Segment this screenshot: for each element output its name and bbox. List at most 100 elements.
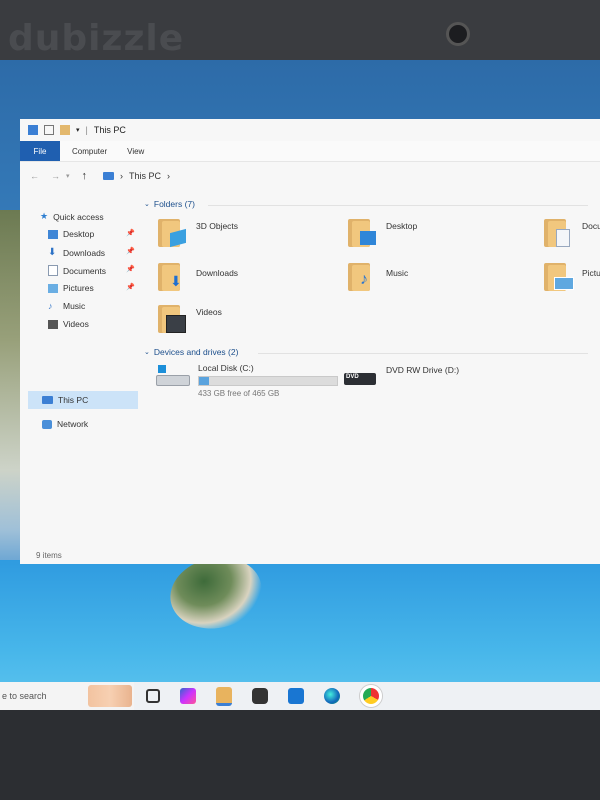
file-explorer-taskbar-icon[interactable] xyxy=(216,686,232,706)
status-bar-item-count: 9 items xyxy=(36,551,62,560)
title-separator: | xyxy=(85,125,88,135)
window-title: This PC xyxy=(93,125,126,135)
forward-icon[interactable]: → xyxy=(51,171,60,181)
nav-item-videos[interactable]: Videos xyxy=(48,319,89,329)
pin-icon[interactable]: 📌 xyxy=(126,283,135,291)
dvd-badge: DVD xyxy=(346,374,359,380)
edge-icon[interactable] xyxy=(324,688,340,704)
nav-item-label: Downloads xyxy=(63,247,106,258)
pin-icon[interactable]: 📌 xyxy=(126,229,135,237)
drives-header-label: Devices and drives (2) xyxy=(153,347,239,357)
folder-videos[interactable]: Videos xyxy=(158,303,222,335)
folder-downloads[interactable]: ⬇ Downloads xyxy=(158,261,238,293)
picture-icon xyxy=(48,283,58,293)
recent-dropdown-icon[interactable]: ▾ xyxy=(66,172,70,180)
folder-music[interactable]: ♪ Music xyxy=(348,261,408,293)
nav-item-label: Documents xyxy=(63,265,106,276)
folder-label: Downloads xyxy=(196,268,239,278)
folders-header-label: Folders (7) xyxy=(153,199,195,209)
local-disk-info: Local Disk (C:) 433 GB free of 465 GB xyxy=(198,363,338,398)
search-highlight-image xyxy=(88,685,132,707)
copilot-icon[interactable] xyxy=(180,688,196,704)
back-icon[interactable]: ← xyxy=(30,171,39,181)
tab-file[interactable]: File xyxy=(20,141,60,161)
nav-item-label: This PC xyxy=(58,395,89,405)
pc-icon xyxy=(42,396,53,404)
breadcrumb-chevron-icon: › xyxy=(120,171,124,181)
document-icon xyxy=(48,265,58,276)
content-pane: ⌄ Folders (7) 3D Objects Desktop Docu ⬇ … xyxy=(138,197,600,542)
nav-item-desktop[interactable]: Desktop xyxy=(48,229,94,239)
navigation-pane: ★ Quick access Desktop 📌 ⬇ Downloads 📌 D… xyxy=(20,197,138,542)
outlook-icon[interactable] xyxy=(288,688,304,704)
laptop-bezel-top: dubizzle xyxy=(0,0,600,60)
dvd-drive-icon: DVD xyxy=(344,365,378,387)
folder-icon xyxy=(544,261,574,293)
capacity-bar xyxy=(198,376,338,386)
properties-icon[interactable] xyxy=(44,125,54,135)
folder-label: 3D Objects xyxy=(196,221,239,231)
folder-label: Music xyxy=(386,268,409,278)
pc-icon xyxy=(103,172,115,180)
nav-item-music[interactable]: ♪ Music xyxy=(48,301,85,311)
nav-item-label: Network xyxy=(57,419,89,429)
nav-item-this-pc[interactable]: This PC xyxy=(42,395,88,405)
folder-label: Videos xyxy=(196,307,222,317)
taskbar-search-box[interactable]: e to search xyxy=(0,682,134,710)
nav-item-label: Music xyxy=(63,301,86,311)
download-arrow-icon: ⬇ xyxy=(48,247,57,258)
drive-name: Local Disk (C:) xyxy=(198,363,254,373)
folder-icon xyxy=(158,217,188,249)
folder-desktop[interactable]: Desktop xyxy=(348,217,417,249)
nav-item-label: Pictures xyxy=(63,283,94,293)
drives-header[interactable]: ⌄ Devices and drives (2) xyxy=(144,347,238,357)
chevron-down-icon: ⌄ xyxy=(144,201,150,208)
folder-pictures[interactable]: Pictur xyxy=(544,261,600,293)
hard-drive-icon xyxy=(156,363,190,386)
file-explorer-window: ▾ | This PC File Computer View ← → ▾ ↑ ›… xyxy=(20,119,600,564)
free-space-text: 433 GB free of 465 GB xyxy=(198,389,280,398)
film-icon xyxy=(48,319,58,329)
pin-icon[interactable]: 📌 xyxy=(126,265,135,273)
folder-documents[interactable]: Docu xyxy=(544,217,600,249)
folder-icon xyxy=(544,217,574,249)
breadcrumb[interactable]: This PC xyxy=(129,171,161,181)
qa-dropdown-icon[interactable]: ▾ xyxy=(76,126,80,134)
folder-3d-objects[interactable]: 3D Objects xyxy=(158,217,238,249)
desktop-icon xyxy=(48,229,58,239)
folder-icon: ⬇ xyxy=(158,261,188,293)
folder-icon xyxy=(348,217,378,249)
capacity-bar-fill xyxy=(199,377,209,385)
folder-icon xyxy=(158,303,188,335)
new-folder-icon[interactable] xyxy=(60,125,70,135)
explorer-icon[interactable] xyxy=(28,125,38,135)
folder-label: Docu xyxy=(582,221,600,231)
folder-label: Desktop xyxy=(386,221,418,231)
task-view-icon[interactable] xyxy=(146,689,160,703)
store-icon[interactable] xyxy=(252,688,268,704)
tab-view[interactable]: View xyxy=(121,147,158,156)
folder-icon: ♪ xyxy=(348,261,378,293)
nav-item-downloads[interactable]: ⬇ Downloads xyxy=(48,247,105,258)
music-note-icon: ♪ xyxy=(48,301,53,311)
nav-quick-access-label: Quick access xyxy=(53,211,104,222)
star-icon: ★ xyxy=(40,211,49,221)
address-bar[interactable]: › This PC › xyxy=(103,171,170,181)
folders-header[interactable]: ⌄ Folders (7) xyxy=(144,199,195,209)
nav-item-label: Desktop xyxy=(63,229,95,239)
nav-item-pictures[interactable]: Pictures xyxy=(48,283,94,293)
nav-item-documents[interactable]: Documents xyxy=(48,265,106,276)
nav-item-network[interactable]: Network xyxy=(42,419,88,429)
network-icon xyxy=(42,419,52,429)
chrome-icon[interactable] xyxy=(360,685,382,707)
dvd-rw-drive-d[interactable]: DVD DVD RW Drive (D:) xyxy=(344,365,459,387)
pin-icon[interactable]: 📌 xyxy=(126,247,135,255)
nav-quick-access[interactable]: ★ Quick access xyxy=(40,211,104,222)
laptop-bezel-bottom xyxy=(0,710,600,800)
tab-computer[interactable]: Computer xyxy=(60,147,121,156)
section-divider xyxy=(258,353,588,354)
taskbar: e to search xyxy=(0,682,600,710)
chevron-down-icon: ⌄ xyxy=(144,349,150,356)
up-icon[interactable]: ↑ xyxy=(82,170,88,182)
local-disk-c[interactable]: Local Disk (C:) 433 GB free of 465 GB xyxy=(156,363,338,398)
